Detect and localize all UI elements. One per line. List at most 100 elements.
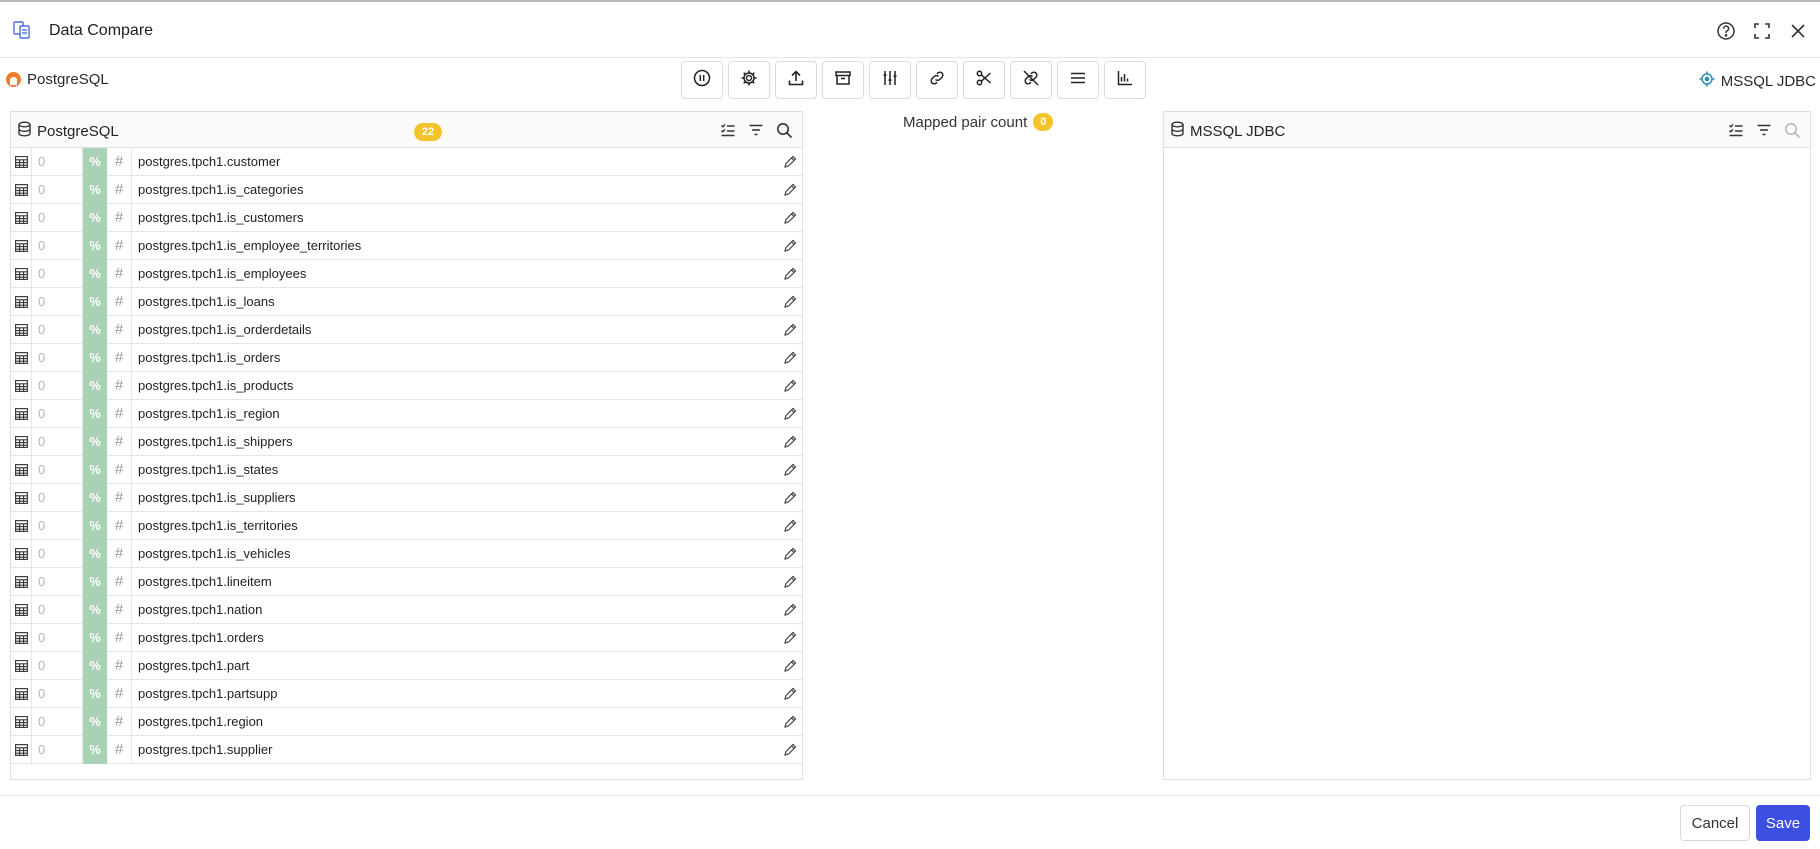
archive-button[interactable] xyxy=(822,61,864,99)
filter-icon[interactable] xyxy=(746,120,766,140)
percent-toggle[interactable]: % xyxy=(83,399,107,428)
hash-toggle[interactable]: # xyxy=(107,147,132,176)
table-row[interactable]: 0% # postgres.tpch1.region xyxy=(11,707,802,736)
sliders-button[interactable] xyxy=(869,61,911,99)
percent-toggle[interactable]: % xyxy=(83,595,107,624)
hash-toggle[interactable]: # xyxy=(107,511,132,540)
percent-toggle[interactable]: % xyxy=(83,203,107,232)
table-row[interactable]: 0% # postgres.tpch1.customer xyxy=(11,147,802,176)
table-row[interactable]: 0% # postgres.tpch1.is_employees xyxy=(11,259,802,288)
hash-toggle[interactable]: # xyxy=(107,539,132,568)
hash-toggle[interactable]: # xyxy=(107,483,132,512)
hash-toggle[interactable]: # xyxy=(107,259,132,288)
percent-toggle[interactable]: % xyxy=(83,259,107,288)
pencil-icon[interactable] xyxy=(778,316,802,344)
table-row[interactable]: 0% # postgres.tpch1.part xyxy=(11,651,802,680)
pencil-icon[interactable] xyxy=(778,680,802,708)
settings-button[interactable] xyxy=(728,61,770,99)
hash-toggle[interactable]: # xyxy=(107,455,132,484)
pencil-icon[interactable] xyxy=(778,232,802,260)
hash-toggle[interactable]: # xyxy=(107,595,132,624)
link-button[interactable] xyxy=(916,61,958,99)
percent-toggle[interactable]: % xyxy=(83,343,107,372)
hash-toggle[interactable]: # xyxy=(107,735,132,764)
pencil-icon[interactable] xyxy=(778,540,802,568)
hash-toggle[interactable]: # xyxy=(107,651,132,680)
table-row[interactable]: 0% # postgres.tpch1.is_orders xyxy=(11,343,802,372)
table-row[interactable]: 0% # postgres.tpch1.is_vehicles xyxy=(11,539,802,568)
pencil-icon[interactable] xyxy=(778,428,802,456)
percent-toggle[interactable]: % xyxy=(83,567,107,596)
pencil-icon[interactable] xyxy=(778,512,802,540)
percent-toggle[interactable]: % xyxy=(83,371,107,400)
percent-toggle[interactable]: % xyxy=(83,455,107,484)
hash-toggle[interactable]: # xyxy=(107,203,132,232)
table-row[interactable]: 0% # postgres.tpch1.is_territories xyxy=(11,511,802,540)
pencil-icon[interactable] xyxy=(778,176,802,204)
table-row[interactable]: 0% # postgres.tpch1.is_shippers xyxy=(11,427,802,456)
pencil-icon[interactable] xyxy=(778,260,802,288)
list-button[interactable] xyxy=(1057,61,1099,99)
table-row[interactable]: 0% # postgres.tpch1.is_customers xyxy=(11,203,802,232)
pencil-icon[interactable] xyxy=(778,484,802,512)
percent-toggle[interactable]: % xyxy=(83,175,107,204)
hash-toggle[interactable]: # xyxy=(107,679,132,708)
upload-button[interactable] xyxy=(775,61,817,99)
table-row[interactable]: 0% # postgres.tpch1.is_employee_territorie… xyxy=(11,231,802,260)
percent-toggle[interactable]: % xyxy=(83,735,107,764)
pencil-icon[interactable] xyxy=(778,596,802,624)
pencil-icon[interactable] xyxy=(778,288,802,316)
hash-toggle[interactable]: # xyxy=(107,371,132,400)
hash-toggle[interactable]: # xyxy=(107,399,132,428)
pencil-icon[interactable] xyxy=(778,708,802,736)
pencil-icon[interactable] xyxy=(778,456,802,484)
cancel-button[interactable]: Cancel xyxy=(1680,805,1750,841)
table-row[interactable]: 0% # postgres.tpch1.nation xyxy=(11,595,802,624)
percent-toggle[interactable]: % xyxy=(83,651,107,680)
hash-toggle[interactable]: # xyxy=(107,231,132,260)
hash-toggle[interactable]: # xyxy=(107,287,132,316)
table-row[interactable]: 0% # postgres.tpch1.is_suppliers xyxy=(11,483,802,512)
percent-toggle[interactable]: % xyxy=(83,315,107,344)
hash-toggle[interactable]: # xyxy=(107,343,132,372)
table-row[interactable]: 0% # postgres.tpch1.is_categories xyxy=(11,175,802,204)
hash-toggle[interactable]: # xyxy=(107,315,132,344)
percent-toggle[interactable]: % xyxy=(83,287,107,316)
table-row[interactable]: 0% # postgres.tpch1.is_products xyxy=(11,371,802,400)
percent-toggle[interactable]: % xyxy=(83,623,107,652)
table-row[interactable]: 0% # postgres.tpch1.supplier xyxy=(11,735,802,764)
checklist-icon[interactable] xyxy=(1726,120,1746,140)
percent-toggle[interactable]: % xyxy=(83,147,107,176)
fullscreen-icon[interactable] xyxy=(1750,19,1774,43)
pencil-icon[interactable] xyxy=(778,204,802,232)
pencil-icon[interactable] xyxy=(778,652,802,680)
percent-toggle[interactable]: % xyxy=(83,231,107,260)
percent-toggle[interactable]: % xyxy=(83,707,107,736)
percent-toggle[interactable]: % xyxy=(83,427,107,456)
percent-toggle[interactable]: % xyxy=(83,483,107,512)
help-circle-icon[interactable] xyxy=(1714,19,1738,43)
pencil-icon[interactable] xyxy=(778,400,802,428)
pencil-icon[interactable] xyxy=(778,624,802,652)
hash-toggle[interactable]: # xyxy=(107,175,132,204)
search-icon[interactable] xyxy=(774,120,794,140)
percent-toggle[interactable]: % xyxy=(83,679,107,708)
close-icon[interactable] xyxy=(1786,19,1810,43)
hash-toggle[interactable]: # xyxy=(107,427,132,456)
table-row[interactable]: 0% # postgres.tpch1.is_region xyxy=(11,399,802,428)
percent-toggle[interactable]: % xyxy=(83,511,107,540)
table-row[interactable]: 0% # postgres.tpch1.is_loans xyxy=(11,287,802,316)
pencil-icon[interactable] xyxy=(778,372,802,400)
checklist-icon[interactable] xyxy=(718,120,738,140)
percent-toggle[interactable]: % xyxy=(83,539,107,568)
pencil-icon[interactable] xyxy=(778,568,802,596)
search-icon[interactable] xyxy=(1782,120,1802,140)
table-row[interactable]: 0% # postgres.tpch1.orders xyxy=(11,623,802,652)
table-row[interactable]: 0% # postgres.tpch1.is_orderdetails xyxy=(11,315,802,344)
hash-toggle[interactable]: # xyxy=(107,623,132,652)
filter-icon[interactable] xyxy=(1754,120,1774,140)
save-button[interactable]: Save xyxy=(1756,805,1810,841)
table-row[interactable]: 0% # postgres.tpch1.is_states xyxy=(11,455,802,484)
hash-toggle[interactable]: # xyxy=(107,707,132,736)
unlink-button[interactable] xyxy=(1010,61,1052,99)
